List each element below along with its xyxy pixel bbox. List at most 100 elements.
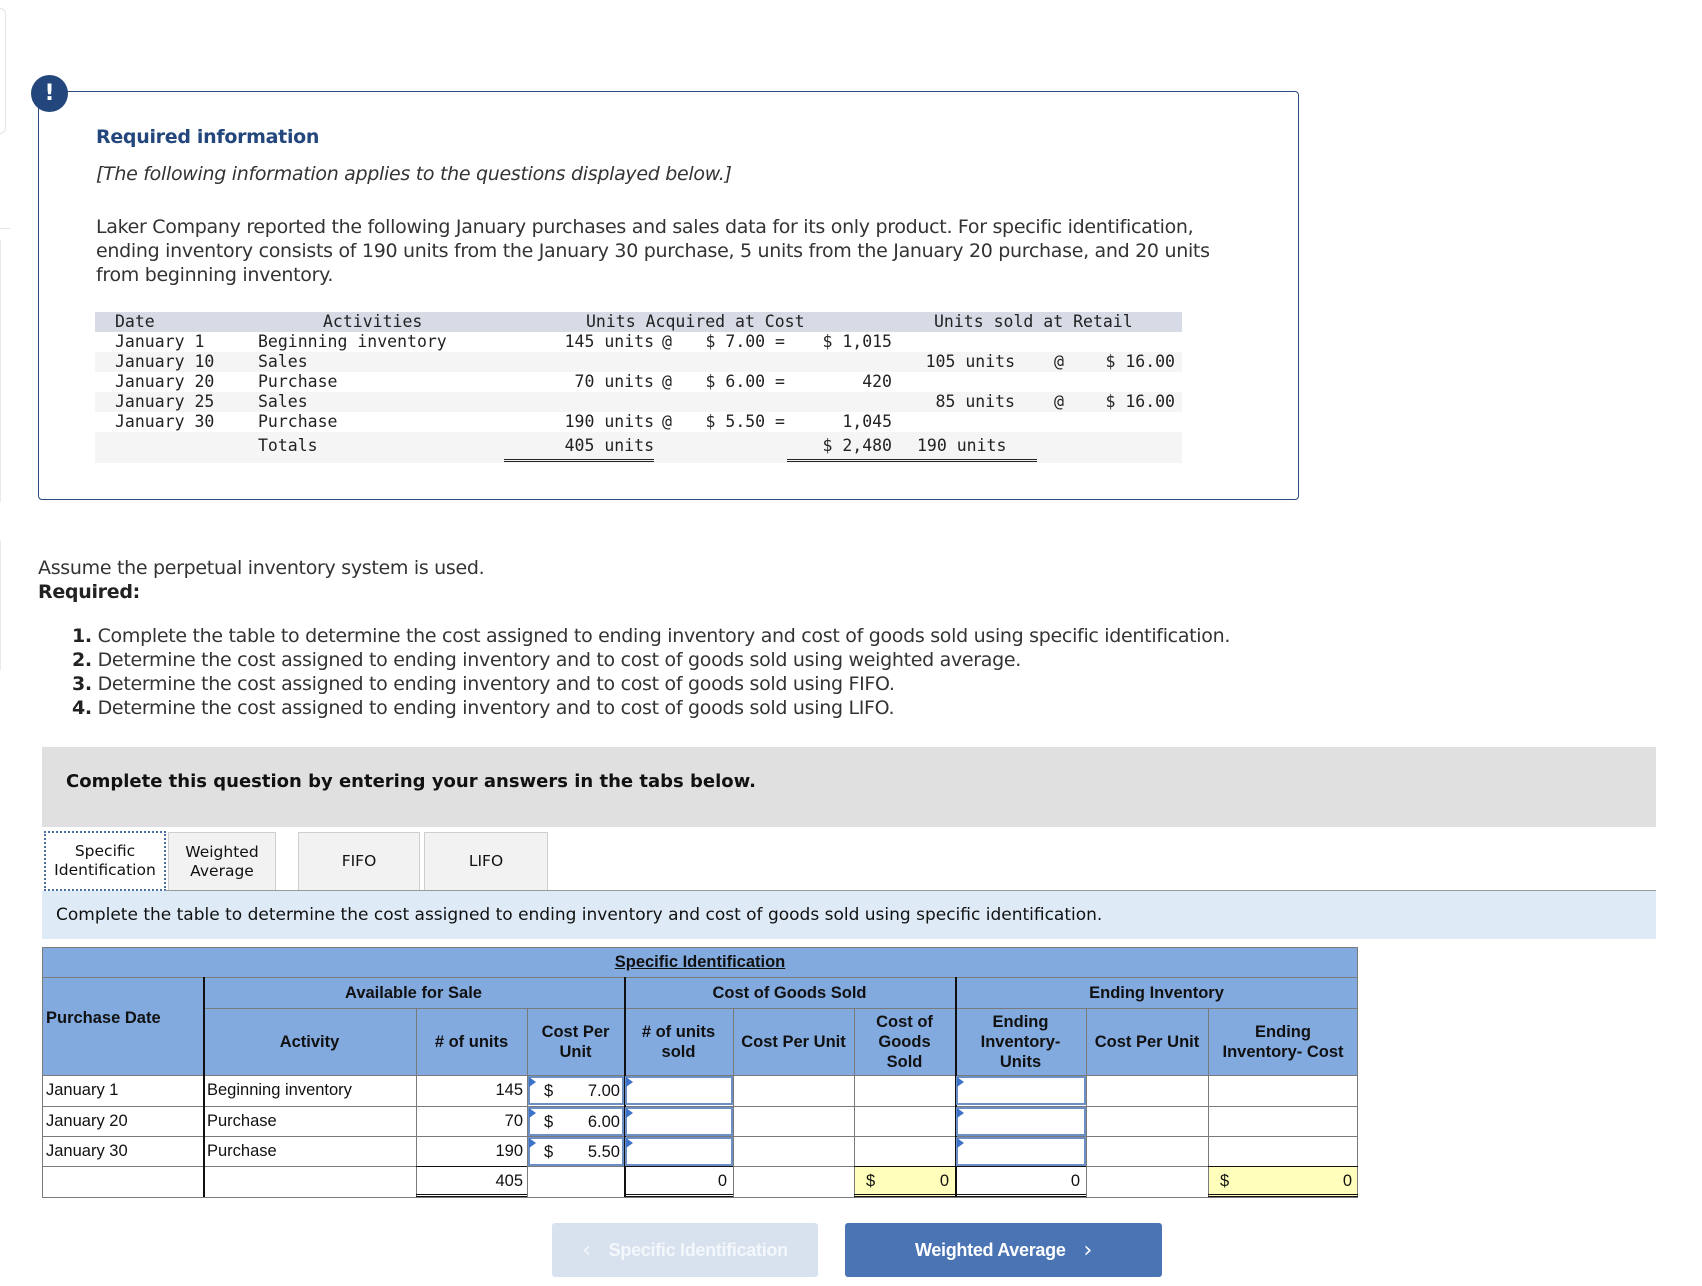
- prev-button[interactable]: ‹ Specific Identification: [552, 1223, 818, 1277]
- row-unit-cost: $ 5.50 =: [705, 412, 785, 431]
- grid-line: [42, 947, 1358, 948]
- col-cost-per-unit: Cost Per Unit: [541, 1022, 610, 1061]
- requirement-item: 1. Complete the table to determine the c…: [72, 624, 1230, 648]
- item-number: 3.: [72, 673, 92, 695]
- prev-button-label: Specific Identification: [608, 1239, 788, 1260]
- row-activity: Beginning inventory: [258, 332, 447, 351]
- group-ending-inventory: Ending Inventory: [1089, 983, 1224, 1002]
- instructions-band-text: Complete this question by entering your …: [66, 771, 756, 792]
- requirement-item: 3. Determine the cost assigned to ending…: [72, 672, 1230, 696]
- required-info-subtitle: [The following information applies to th…: [96, 163, 732, 185]
- currency-symbol: $: [544, 1112, 554, 1131]
- tab-specific-identification[interactable]: Specific Identification: [44, 831, 166, 891]
- cost-per-unit-value: 5.50: [587, 1143, 620, 1161]
- col-ending-inventory-units: Ending Inventory- Units: [980, 1012, 1061, 1071]
- row-total-cost: 420: [862, 372, 892, 391]
- required-label: Required:: [38, 581, 140, 603]
- table-title: Specific Identification: [614, 953, 786, 971]
- row-date: January 25: [115, 392, 215, 411]
- row-at-sign: @: [662, 372, 672, 391]
- group-cost-of-goods-sold: Cost of Goods Sold: [712, 983, 867, 1002]
- tab-lifo[interactable]: LIFO: [424, 832, 548, 890]
- col-ending-inventory-cost: Ending Inventory- Cost: [1222, 1022, 1344, 1061]
- row-activity: Purchase: [258, 372, 338, 391]
- row-activity: Purchase: [207, 1142, 277, 1160]
- side-panel-edge: [0, 8, 6, 134]
- totals-units: 405 units: [504, 432, 654, 462]
- total-ei-currency: $: [1220, 1172, 1230, 1190]
- row-at-sign: @: [662, 332, 672, 351]
- units-sold-input[interactable]: [625, 1106, 733, 1136]
- totals-cost: $ 2,480: [787, 432, 907, 462]
- requirement-item: 2. Determine the cost assigned to ending…: [72, 648, 1230, 672]
- cost-per-unit-field[interactable]: $5.50: [528, 1137, 624, 1166]
- ending-inventory-units-input[interactable]: [956, 1137, 1086, 1166]
- row-at-sign: @: [1054, 352, 1064, 371]
- ending-inventory-units-input[interactable]: [956, 1076, 1086, 1105]
- col-units: # of units: [434, 1032, 509, 1051]
- row-activity: Sales: [258, 352, 308, 371]
- total-cogs-cell: $ 0: [854, 1166, 955, 1197]
- row-at-sign: @: [662, 412, 672, 431]
- item-number: 1.: [72, 625, 92, 647]
- total-cogs-value: 0: [939, 1172, 949, 1190]
- units-sold-input[interactable]: [625, 1076, 733, 1105]
- grid-line: [733, 1008, 734, 1197]
- row-units-acquired: 190 units: [504, 412, 654, 433]
- totals-sold-units: 190 units: [907, 432, 1037, 462]
- row-total-cost: 1,045: [787, 412, 907, 433]
- row-activity: Purchase: [207, 1111, 277, 1130]
- totals-label: Totals: [258, 436, 318, 455]
- grid-line: [1357, 947, 1358, 1197]
- row-date: January 30: [115, 412, 215, 431]
- specific-identification-table: Specific Identification Available for Sa…: [42, 947, 1358, 1198]
- row-at-sign: @: [1054, 392, 1064, 411]
- row-purchase-date: January 1: [46, 1081, 119, 1099]
- assumption-text: Assume the perpetual inventory system is…: [38, 557, 485, 579]
- grid-line: [42, 947, 43, 1197]
- item-text: Complete the table to determine the cost…: [97, 625, 1231, 647]
- row-retail-price: $ 16.00: [1105, 352, 1175, 371]
- grid-line: [42, 977, 1358, 978]
- chevron-left-icon: ‹: [582, 1237, 591, 1263]
- item-text: Determine the cost assigned to ending in…: [97, 697, 895, 719]
- tab-fifo[interactable]: FIFO: [298, 832, 420, 890]
- table-row: January 1 Beginning inventory 145 units @ $ …: [95, 332, 1182, 352]
- row-unit-cost: $ 6.00 =: [705, 372, 785, 391]
- next-button[interactable]: Weighted Average ›: [845, 1223, 1162, 1277]
- totals-row: Totals 405 units $ 2,480 190 units: [95, 432, 1182, 463]
- cost-per-unit-value: 7.00: [587, 1082, 620, 1100]
- total-units: 405: [416, 1166, 527, 1197]
- units-sold-input[interactable]: [625, 1137, 733, 1166]
- next-button-label: Weighted Average: [914, 1239, 1066, 1260]
- ending-inventory-units-input[interactable]: [956, 1106, 1086, 1136]
- row-units: 70: [504, 1111, 523, 1130]
- cost-per-unit-field[interactable]: $7.00: [528, 1076, 624, 1105]
- chevron-right-icon: ›: [1083, 1237, 1093, 1263]
- col-activity: Activity: [279, 1032, 340, 1051]
- header-units-acquired: Units Acquired at Cost: [586, 312, 805, 331]
- col-purchase-date: Purchase Date: [46, 1009, 161, 1027]
- cost-per-unit-field[interactable]: $6.00: [528, 1106, 624, 1136]
- tab-weighted-average[interactable]: Weighted Average: [168, 832, 276, 890]
- currency-symbol: $: [544, 1082, 554, 1100]
- requirement-item: 4. Determine the cost assigned to ending…: [72, 696, 1230, 720]
- table-row: January 10 Sales 105 units @ $ 16.00: [95, 352, 1182, 372]
- side-divider: [0, 228, 10, 229]
- row-activity: Purchase: [258, 412, 338, 431]
- header-activities: Activities: [323, 312, 423, 331]
- col-ei-cost-per-unit: Cost Per Unit: [1094, 1032, 1200, 1051]
- total-units-sold: 0: [624, 1166, 733, 1197]
- table-header-row: Date Activities Units Acquired at Cost U…: [95, 312, 1182, 332]
- row-date: January 1: [115, 332, 205, 351]
- row-purchase-date: January 20: [46, 1111, 128, 1130]
- required-info-title: Required information: [96, 126, 320, 148]
- group-available-for-sale: Available for Sale: [345, 983, 482, 1002]
- col-units-sold: # of units sold: [641, 1022, 716, 1061]
- item-text: Determine the cost assigned to ending in…: [97, 673, 895, 695]
- row-units-acquired: 145 units: [564, 332, 654, 351]
- purchases-sales-table: Date Activities Units Acquired at Cost U…: [95, 312, 1182, 463]
- row-units: 145: [495, 1081, 523, 1099]
- tab-instruction-bar: Complete the table to determine the cost…: [42, 891, 1656, 939]
- cost-per-unit-value: 6.00: [587, 1112, 620, 1131]
